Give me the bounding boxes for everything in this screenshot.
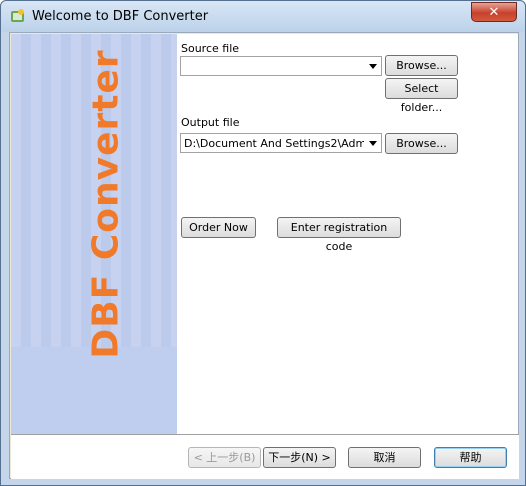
help-button[interactable]: 帮助	[434, 447, 507, 468]
back-button[interactable]: < 上一步(B)	[188, 447, 261, 468]
wizard-page: Source file Browse... Select folder... O…	[177, 34, 518, 434]
wizard-footer: < 上一步(B) 下一步(N) > 取消 帮助	[11, 434, 519, 479]
wizard-client-area: DBF Converter Source file Browse... Sele…	[9, 32, 519, 479]
banner-footer	[11, 347, 177, 434]
order-now-button[interactable]: Order Now	[181, 217, 256, 238]
output-file-value: D:\Document And Settings2\Administr	[184, 137, 364, 150]
output-file-label: Output file	[181, 116, 240, 129]
app-icon	[10, 8, 26, 24]
cancel-button[interactable]: 取消	[348, 447, 421, 468]
chevron-down-icon[interactable]	[369, 64, 377, 69]
side-banner: DBF Converter	[11, 34, 177, 434]
source-file-combo[interactable]	[180, 56, 382, 76]
brand-text: DBF Converter	[85, 49, 127, 359]
enter-registration-code-button[interactable]: Enter registration code	[277, 217, 401, 253]
main-window: Welcome to DBF Converter ✕ DBF Converter…	[0, 0, 526, 486]
close-icon: ✕	[488, 4, 500, 19]
select-folder-button[interactable]: Select folder...	[385, 78, 458, 114]
window-title: Welcome to DBF Converter	[32, 9, 209, 24]
output-browse-button[interactable]: Browse...	[385, 133, 458, 154]
close-button[interactable]: ✕	[471, 2, 517, 22]
next-button[interactable]: 下一步(N) >	[263, 447, 336, 468]
source-browse-button[interactable]: Browse...	[385, 55, 458, 76]
source-file-label: Source file	[181, 42, 240, 55]
chevron-down-icon[interactable]	[369, 141, 377, 146]
output-file-combo[interactable]: D:\Document And Settings2\Administr	[180, 133, 382, 153]
title-bar[interactable]: Welcome to DBF Converter ✕	[1, 1, 525, 32]
